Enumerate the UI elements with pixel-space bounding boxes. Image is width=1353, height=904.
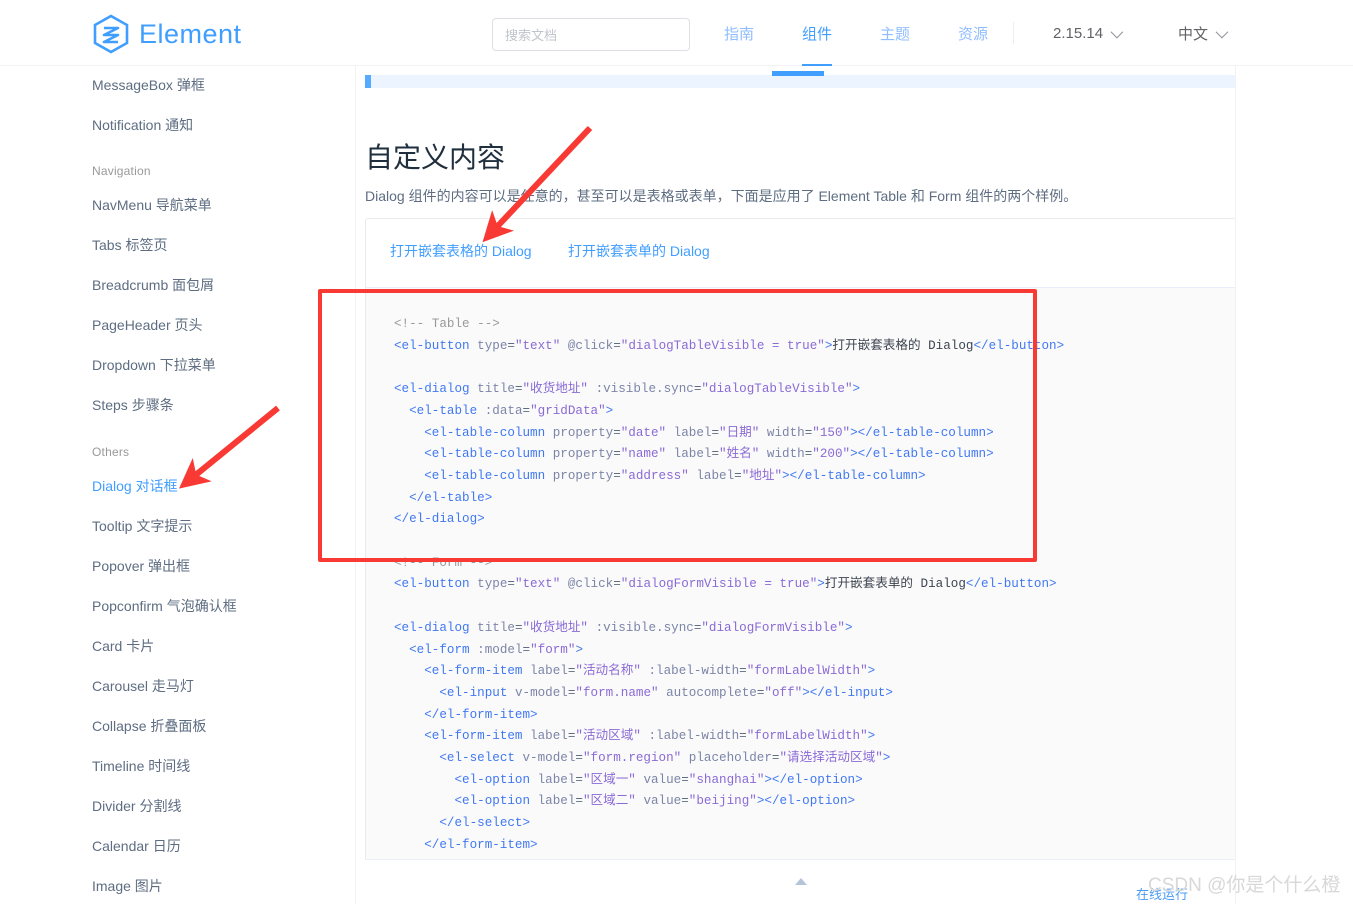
language-selector[interactable]: 中文 bbox=[1178, 0, 1229, 66]
page-title: 自定义内容 bbox=[365, 142, 506, 173]
sidebar-item-dialog[interactable]: Dialog 对话框 bbox=[0, 476, 178, 496]
sidebar-item-timeline[interactable]: Timeline 时间线 bbox=[0, 756, 190, 776]
sidebar-item-breadcrumb[interactable]: Breadcrumb 面包屑 bbox=[0, 275, 214, 295]
open-nested-form-dialog-button[interactable]: 打开嵌套表单的 Dialog bbox=[568, 243, 710, 259]
nav-item-guide[interactable]: 指南 bbox=[724, 0, 754, 66]
sidebar-item-popover[interactable]: Popover 弹出框 bbox=[0, 556, 190, 576]
sidebar-item-card[interactable]: Card 卡片 bbox=[0, 636, 154, 656]
sidebar-item-steps[interactable]: Steps 步骤条 bbox=[0, 395, 174, 415]
nav-item-resources[interactable]: 资源 bbox=[958, 0, 988, 66]
code-block-table[interactable]: <!-- Table --> <el-button type="text" @c… bbox=[366, 314, 1235, 857]
nav-item-components[interactable]: 组件 bbox=[802, 0, 833, 66]
version-selector[interactable]: 2.15.14 bbox=[1053, 0, 1124, 66]
sidebar-item-image[interactable]: Image 图片 bbox=[0, 876, 163, 896]
sidebar-item-notification[interactable]: Notification 通知 bbox=[0, 115, 193, 135]
site-header: Element 搜索文档 指南 组件 主题 资源 2.15.14 中文 bbox=[0, 0, 1353, 66]
search-input[interactable]: 搜索文档 bbox=[492, 18, 690, 51]
demo-accent-left bbox=[365, 75, 371, 88]
logo[interactable]: Element bbox=[92, 14, 242, 54]
sidebar-item-popconfirm[interactable]: Popconfirm 气泡确认框 bbox=[0, 596, 237, 616]
sidebar-group-navigation: Navigation bbox=[92, 164, 151, 178]
sidebar-item-divider[interactable]: Divider 分割线 bbox=[0, 796, 181, 816]
code-snippet-area: <!-- Table --> <el-button type="text" @c… bbox=[366, 287, 1235, 877]
sidebar-item-tooltip[interactable]: Tooltip 文字提示 bbox=[0, 516, 192, 536]
sidebar-item-dropdown[interactable]: Dropdown 下拉菜单 bbox=[0, 355, 216, 375]
sidebar-item-collapse[interactable]: Collapse 折叠面板 bbox=[0, 716, 206, 736]
sidebar-group-others: Others bbox=[92, 445, 130, 459]
search-placeholder: 搜索文档 bbox=[505, 28, 558, 43]
online-run-link[interactable]: 在线运行 bbox=[1136, 884, 1188, 903]
open-nested-table-dialog-button[interactable]: 打开嵌套表格的 Dialog bbox=[390, 243, 532, 259]
previous-demo-block-remnant bbox=[365, 71, 1236, 88]
demo-accent-bar bbox=[772, 71, 824, 76]
sidebar-item-calendar[interactable]: Calendar 日历 bbox=[0, 836, 181, 856]
main-nav: 指南 组件 主题 资源 bbox=[700, 0, 1012, 66]
logo-text: Element bbox=[139, 18, 242, 49]
sidebar-item-messagebox[interactable]: MessageBox 弹框 bbox=[0, 75, 205, 95]
sidebar-item-navmenu[interactable]: NavMenu 导航菜单 bbox=[0, 195, 212, 215]
collapse-code-bar[interactable] bbox=[365, 859, 1236, 903]
sidebar-item-tabs[interactable]: Tabs 标签页 bbox=[0, 235, 167, 255]
triangle-up-icon bbox=[794, 878, 807, 885]
page-description: Dialog 组件的内容可以是任意的，甚至可以是表格或表单，下面是应用了 Ele… bbox=[365, 188, 1078, 204]
demo-block-custom-content: 打开嵌套表格的 Dialog 打开嵌套表单的 Dialog <!-- Table… bbox=[365, 218, 1236, 878]
demo-preview: 打开嵌套表格的 Dialog 打开嵌套表单的 Dialog bbox=[366, 219, 1235, 287]
sidebar-item-carousel[interactable]: Carousel 走马灯 bbox=[0, 676, 194, 696]
chevron-down-icon bbox=[1215, 25, 1229, 38]
version-label: 2.15.14 bbox=[1053, 24, 1104, 42]
sidebar-item-pageheader[interactable]: PageHeader 页头 bbox=[0, 315, 203, 335]
element-hexagon-logo-icon bbox=[92, 14, 130, 54]
main-content: 自定义内容 Dialog 组件的内容可以是任意的，甚至可以是表格或表单，下面是应… bbox=[355, 66, 1236, 904]
sidebar-nav: MessageBox 弹框 Notification 通知 Navigation… bbox=[0, 66, 355, 904]
header-divider bbox=[1013, 22, 1014, 44]
nav-item-theme[interactable]: 主题 bbox=[880, 0, 910, 66]
language-label: 中文 bbox=[1178, 25, 1209, 43]
chevron-down-icon bbox=[1110, 25, 1124, 38]
right-toc-column bbox=[1235, 66, 1353, 904]
